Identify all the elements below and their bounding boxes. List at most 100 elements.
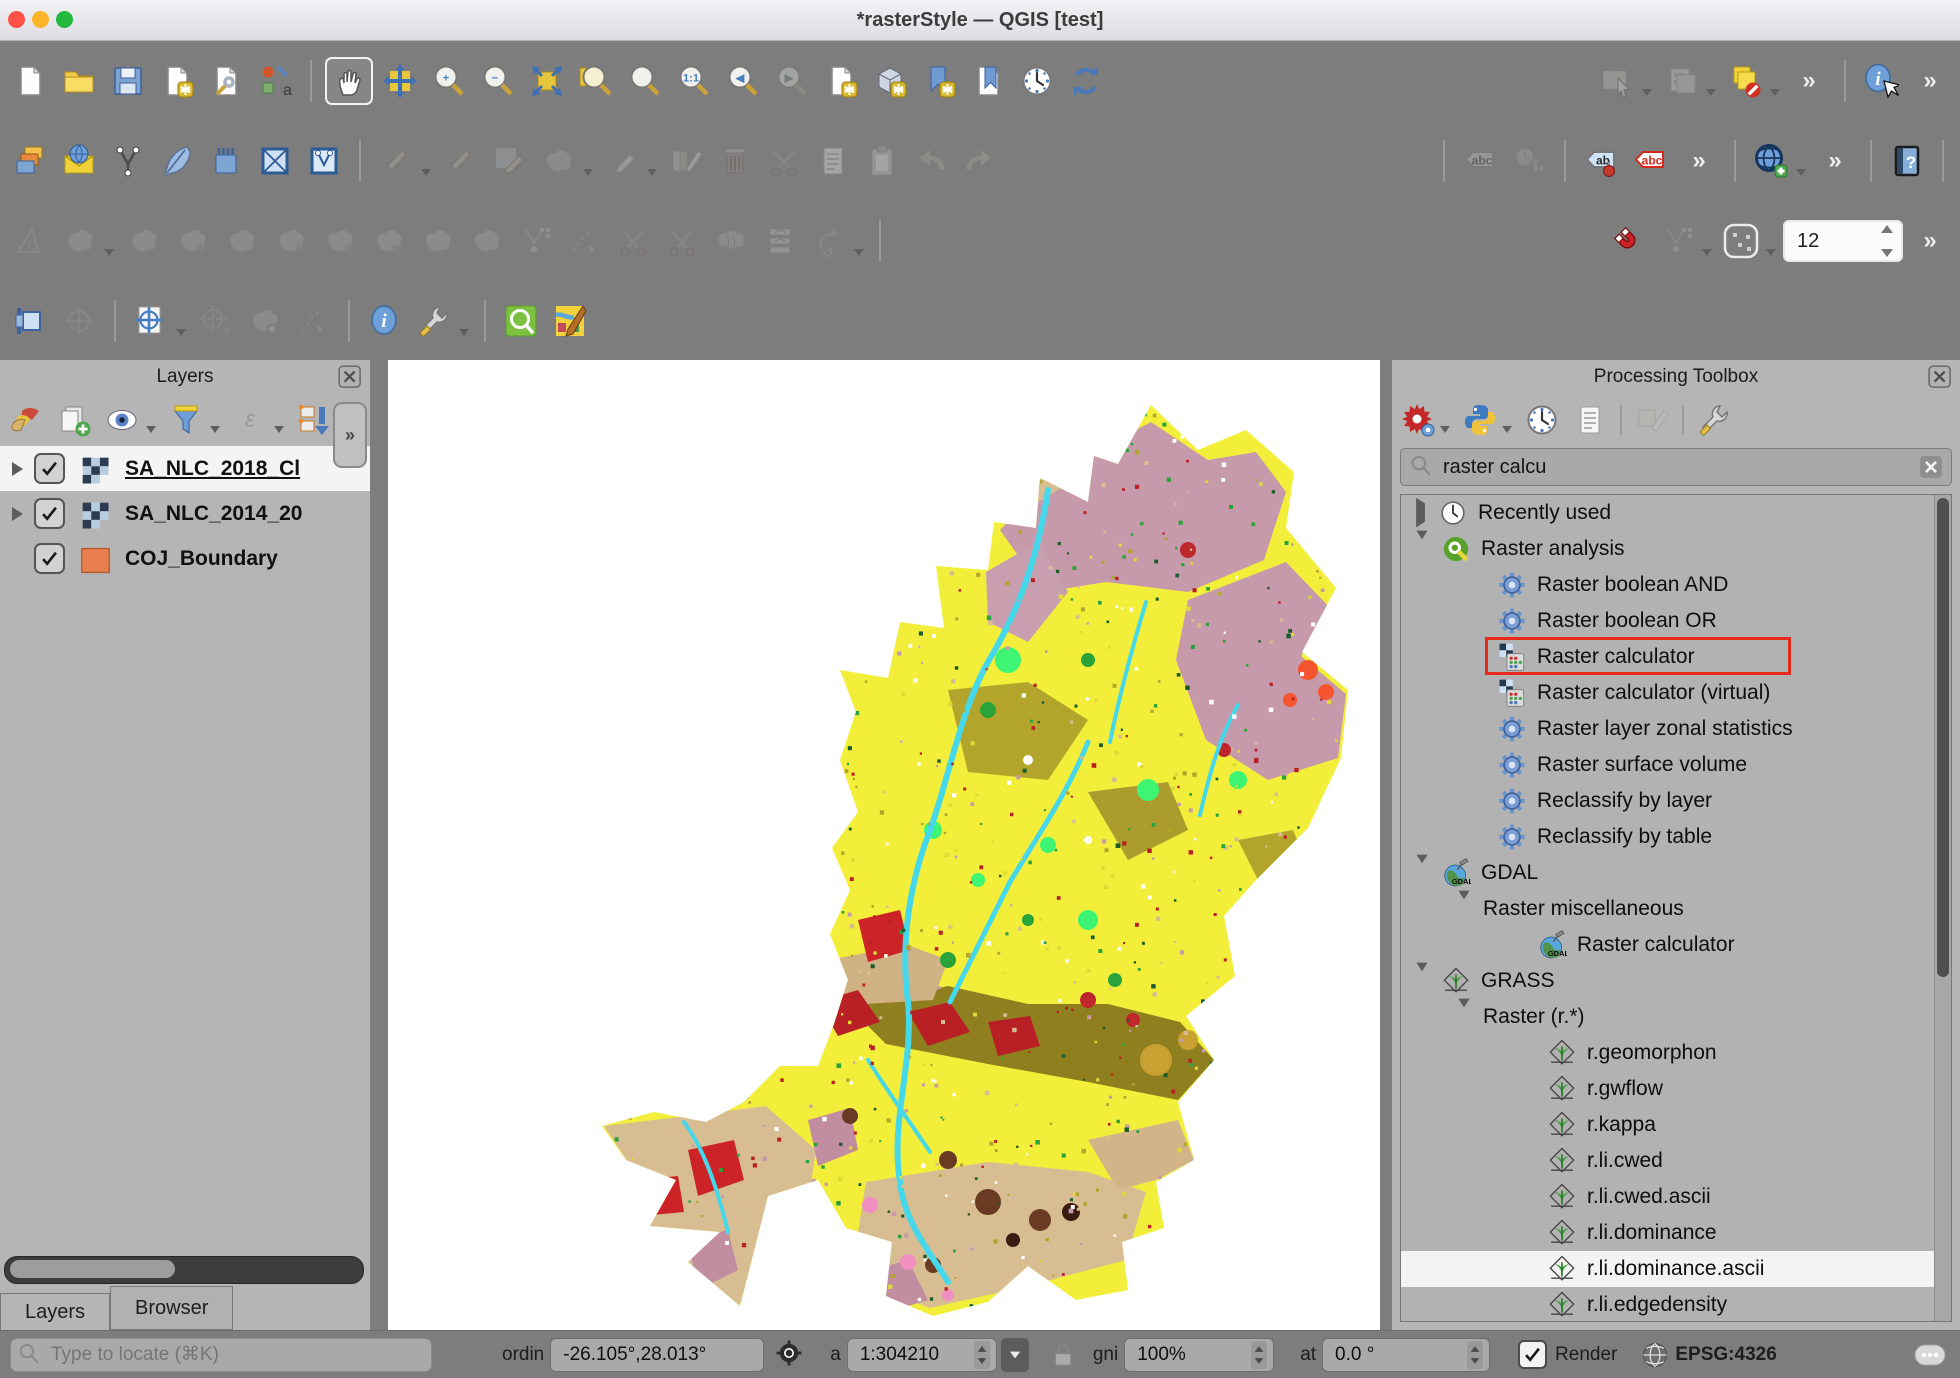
dropdown-arrow-icon[interactable] [104, 249, 114, 256]
tree-group[interactable]: Raster analysis [1401, 531, 1951, 567]
crs-value[interactable]: EPSG:4326 [1675, 1344, 1776, 1366]
layer-checkbox[interactable] [34, 453, 65, 484]
stepper[interactable] [1881, 225, 1897, 257]
close-window-button[interactable] [8, 11, 25, 28]
layers-horizontal-scrollbar[interactable] [4, 1256, 364, 1284]
new-virtual-layer[interactable] [253, 139, 297, 183]
dropdown-arrow-icon[interactable] [1440, 426, 1450, 433]
dropdown-arrow-icon[interactable] [647, 169, 657, 176]
results-viewer-icon[interactable] [1572, 402, 1608, 438]
metasearch[interactable] [1749, 139, 1793, 183]
stepper[interactable] [1467, 1341, 1483, 1369]
identify-features[interactable]: i [1859, 59, 1903, 103]
zoom-to-selection[interactable] [623, 59, 667, 103]
refresh-map[interactable] [1064, 59, 1108, 103]
tree-algorithm[interactable]: Raster calculator (virtual) [1401, 675, 1951, 711]
collapse-arrow-icon[interactable] [1458, 1007, 1469, 1026]
tree-item-label[interactable]: Reclassify by layer [1537, 789, 1712, 813]
highlight-labels[interactable]: abc [1628, 139, 1672, 183]
new-map-view[interactable] [819, 59, 863, 103]
pan-to-selection[interactable] [378, 59, 422, 103]
zoom-native[interactable]: 1:1 [672, 59, 716, 103]
tree-item-label[interactable]: Raster miscellaneous [1483, 897, 1684, 921]
layer-item[interactable]: COJ_Boundary [0, 536, 370, 581]
style-manager[interactable]: a [253, 59, 297, 103]
collapse-arrow-icon[interactable] [1458, 899, 1469, 918]
enable-tracing[interactable] [1719, 219, 1763, 263]
stepper[interactable] [974, 1341, 990, 1369]
collapse-arrow-icon[interactable] [1416, 863, 1427, 882]
render-toggle[interactable]: Render [1518, 1340, 1617, 1369]
layer-checkbox[interactable] [34, 543, 65, 574]
project-new[interactable] [8, 59, 52, 103]
tree-group[interactable]: Raster (r.*) [1401, 999, 1951, 1035]
add-layer[interactable] [57, 139, 101, 183]
messages-icon[interactable] [1912, 1338, 1950, 1372]
clear-search-icon[interactable] [1918, 454, 1944, 485]
dropdown-arrow-icon[interactable] [1702, 249, 1712, 256]
show-spatial-bookmarks[interactable] [966, 59, 1010, 103]
new-temporary-scratch-layer[interactable] [302, 139, 346, 183]
tree-algorithm[interactable]: Raster boolean AND [1401, 567, 1951, 603]
enable-snapping[interactable] [1606, 219, 1650, 263]
tree-group[interactable]: Recently used [1401, 495, 1951, 531]
tree-item-label[interactable]: Raster (r.*) [1483, 1005, 1585, 1029]
dropdown-arrow-icon[interactable] [1766, 249, 1776, 256]
scrollbar-thumb[interactable] [1937, 498, 1949, 977]
data-source-manager[interactable] [8, 139, 52, 183]
filter-legend-icon[interactable] [168, 402, 204, 438]
tree-item-label[interactable]: r.kappa [1587, 1113, 1656, 1137]
tree-algorithm[interactable]: Raster boolean OR [1401, 603, 1951, 639]
tree-group[interactable]: GRASS [1401, 963, 1951, 999]
expand-collapse-all-icon[interactable] [296, 402, 332, 438]
pan-map[interactable] [325, 57, 373, 105]
extents-icon[interactable] [774, 1338, 808, 1372]
osm-edit-plugin[interactable] [548, 299, 592, 343]
zoom-to-layer[interactable] [574, 59, 618, 103]
tree-item-label[interactable]: r.geomorphon [1587, 1041, 1717, 1065]
toolbar-extension[interactable]: » [1677, 139, 1721, 183]
tree-item-label[interactable]: Reclassify by table [1537, 825, 1712, 849]
deselect-all-layers[interactable] [1723, 59, 1767, 103]
manage-map-themes-icon[interactable] [104, 402, 140, 438]
dropdown-arrow-icon[interactable] [1642, 89, 1652, 96]
tree-algorithm[interactable]: r.li.dominance [1401, 1215, 1951, 1251]
stepper[interactable] [1251, 1341, 1267, 1369]
locator-input[interactable] [10, 1338, 432, 1372]
tree-algorithm[interactable]: r.geomorphon [1401, 1035, 1951, 1071]
tree-item-label[interactable]: GDAL [1481, 861, 1538, 885]
render-checkbox[interactable] [1518, 1340, 1547, 1369]
expand-arrow-icon[interactable] [0, 462, 34, 476]
temporal-controller[interactable] [1015, 59, 1059, 103]
coordinate-field[interactable]: -26.105°,28.013° [550, 1338, 764, 1372]
map-views-manager[interactable] [8, 299, 52, 343]
tree-item-label[interactable]: r.li.edgedensity [1587, 1293, 1727, 1317]
processing-search-input[interactable] [1400, 448, 1952, 486]
tree-vertical-scrollbar[interactable] [1934, 495, 1951, 1321]
tree-algorithm[interactable]: r.li.cwed.ascii [1401, 1179, 1951, 1215]
new-shapefile-layer[interactable] [155, 139, 199, 183]
dropdown-arrow-icon[interactable] [583, 169, 593, 176]
tree-algorithm[interactable]: Raster calculator [1401, 639, 1951, 675]
zoom-full[interactable] [525, 59, 569, 103]
add-group-icon[interactable] [56, 402, 92, 438]
toolbar-extension[interactable]: » [1908, 59, 1952, 103]
toolbar-extension[interactable]: » [1787, 59, 1831, 103]
project-open[interactable] [57, 59, 101, 103]
dock-tab-browser[interactable]: Browser [110, 1286, 233, 1330]
maximize-window-button[interactable] [56, 11, 73, 28]
close-icon[interactable] [1926, 363, 1954, 391]
tree-item-label[interactable]: r.li.cwed [1587, 1149, 1663, 1173]
new-spatialite-layer[interactable] [204, 139, 248, 183]
layer-name[interactable]: SA_NLC_2014_20 [125, 502, 302, 526]
tree-item-label[interactable]: r.li.dominance.ascii [1587, 1257, 1764, 1281]
dock-tab-layers[interactable]: Layers [0, 1293, 110, 1330]
pin-unpin-labels[interactable]: ab [1579, 139, 1623, 183]
show-layout-manager[interactable] [204, 59, 248, 103]
scrollbar-thumb[interactable] [10, 1260, 175, 1278]
layer-item[interactable]: SA_NLC_2014_20 [0, 491, 370, 536]
scale-field[interactable]: 1:304210 [847, 1338, 997, 1372]
dropdown-arrow-icon[interactable] [1796, 169, 1806, 176]
tree-algorithm[interactable]: Raster layer zonal statistics [1401, 711, 1951, 747]
tree-algorithm[interactable]: r.gwflow [1401, 1071, 1951, 1107]
